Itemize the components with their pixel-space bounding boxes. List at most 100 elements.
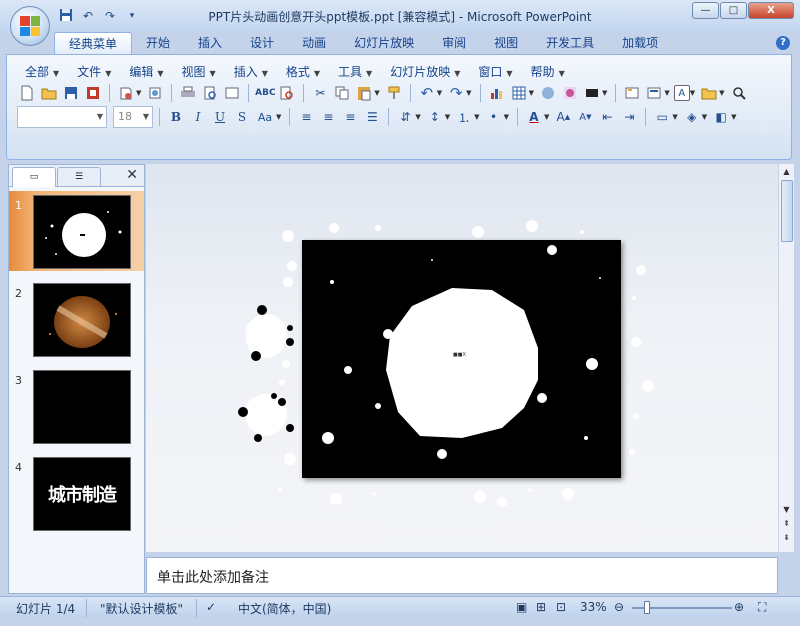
zoom-out-icon[interactable]: ⊖ <box>614 600 624 614</box>
menu-item-4[interactable]: 插入 ▼ <box>226 63 278 80</box>
menu-item-9[interactable]: 帮助 ▼ <box>523 63 575 80</box>
tab-5[interactable]: 幻灯片放映 <box>340 32 428 54</box>
change-case-button[interactable]: Aa <box>254 107 276 127</box>
quick-styles-icon[interactable]: ◧ <box>711 107 731 127</box>
textbox-icon[interactable]: A <box>673 85 690 101</box>
insert-table-icon[interactable] <box>509 83 529 103</box>
slide-thumbnail-2[interactable]: 2 <box>9 279 144 359</box>
numbering-icon[interactable]: ⒈ <box>454 107 474 127</box>
dropdown-arrow-icon[interactable]: ▼ <box>529 89 534 97</box>
font-color-icon[interactable]: A <box>524 107 544 127</box>
new-file-icon[interactable] <box>17 83 37 103</box>
menu-item-2[interactable]: 编辑 ▼ <box>121 63 173 80</box>
minimize-button[interactable]: — <box>692 2 719 19</box>
dropdown-arrow-icon[interactable]: ▼ <box>276 113 281 121</box>
print-icon[interactable] <box>178 83 198 103</box>
help-icon[interactable]: ? <box>776 36 790 50</box>
grow-font-icon[interactable]: A ▲ <box>553 107 573 127</box>
tab-3[interactable]: 设计 <box>236 32 288 54</box>
zoom-in-icon[interactable]: ⊕ <box>734 600 744 614</box>
close-icon[interactable]: ✕ <box>126 167 138 183</box>
zoom-level[interactable]: 33% <box>580 600 607 614</box>
slide-thumbnail-3[interactable]: 3 <box>9 366 144 446</box>
dropdown-arrow-icon[interactable]: ▼ <box>415 113 420 121</box>
font-name-field[interactable]: ▼ <box>17 106 107 128</box>
slideshow-icon[interactable]: ⊡ <box>556 600 566 614</box>
dropdown-arrow-icon[interactable]: ▼ <box>374 89 379 97</box>
text-direction-icon[interactable]: ⇵ <box>395 107 415 127</box>
slide-sorter-icon[interactable]: ⊞ <box>536 600 546 614</box>
undo-icon[interactable]: ↶ <box>417 83 437 103</box>
shapes-icon[interactable]: ▭ <box>652 107 672 127</box>
align-right-icon[interactable]: ≡ <box>340 107 360 127</box>
tab-0[interactable]: 经典菜单 <box>54 32 133 54</box>
tab-6[interactable]: 审阅 <box>428 32 480 54</box>
dropdown-arrow-icon[interactable]: ▼ <box>437 89 442 97</box>
dropdown-arrow-icon[interactable]: ▼ <box>702 113 707 121</box>
theme-name[interactable]: "默认设计模板" <box>100 600 183 617</box>
scroll-up-icon[interactable]: ▲ <box>779 164 794 180</box>
notes-pane[interactable]: 单击此处添加备注 <box>146 557 778 594</box>
spell-check-icon[interactable]: ✓ <box>206 600 216 614</box>
print-preview-icon[interactable] <box>200 83 220 103</box>
vertical-scrollbar[interactable]: ▲ ▼ ⇞ ⇟ <box>778 164 794 552</box>
language[interactable]: 中文(简体，中国) <box>238 600 331 617</box>
line-spacing-icon[interactable]: ↕ <box>425 107 445 127</box>
insert-picture-icon[interactable] <box>560 83 580 103</box>
italic-button[interactable]: I <box>188 107 208 127</box>
open-folder-icon[interactable] <box>39 83 59 103</box>
bullets-icon[interactable]: • <box>484 107 504 127</box>
slide-layout-icon[interactable] <box>644 83 664 103</box>
format-painter-icon[interactable] <box>384 83 404 103</box>
justify-icon[interactable]: ☰ <box>362 107 382 127</box>
save-icon[interactable] <box>61 83 81 103</box>
menu-item-0[interactable]: 全部 ▼ <box>17 63 69 80</box>
scrollbar-thumb[interactable] <box>781 180 793 242</box>
underline-button[interactable]: U <box>210 107 230 127</box>
normal-view-icon[interactable]: ▣ <box>516 600 527 614</box>
tab-2[interactable]: 插入 <box>184 32 236 54</box>
menu-item-5[interactable]: 格式 ▼ <box>278 63 330 80</box>
tab-7[interactable]: 视图 <box>480 32 532 54</box>
spelling-icon[interactable]: ABC <box>255 83 275 103</box>
current-slide[interactable]: ■■X <box>302 240 621 478</box>
tab-slides[interactable]: ▭ <box>12 167 56 187</box>
clipart-icon[interactable] <box>538 83 558 103</box>
copy-icon[interactable] <box>332 83 352 103</box>
dropdown-arrow-icon[interactable]: ▼ <box>731 113 736 121</box>
close-button[interactable]: X <box>748 2 794 19</box>
slide-thumbnail-4[interactable]: 4 城市制造 <box>9 453 144 533</box>
slide-thumbnail-1[interactable]: 1 <box>9 191 144 271</box>
zoom-slider-thumb[interactable] <box>644 601 650 614</box>
dropdown-arrow-icon[interactable]: ▼ <box>664 89 669 97</box>
slide-view-icon[interactable] <box>222 83 242 103</box>
dropdown-arrow-icon[interactable]: ▼ <box>544 113 549 121</box>
search-icon[interactable] <box>729 83 749 103</box>
email-icon[interactable] <box>116 83 136 103</box>
cut-icon[interactable]: ✂ <box>310 83 330 103</box>
permission-icon[interactable] <box>83 83 103 103</box>
insert-chart-icon[interactable] <box>487 83 507 103</box>
office-button[interactable] <box>10 6 50 46</box>
dropdown-arrow-icon[interactable]: ▼ <box>445 113 450 121</box>
redo-icon[interactable]: ↷ <box>446 83 466 103</box>
menu-item-1[interactable]: 文件 ▼ <box>69 63 121 80</box>
dropdown-arrow-icon[interactable]: ▼ <box>504 113 509 121</box>
menu-item-3[interactable]: 视图 ▼ <box>174 63 226 80</box>
tab-4[interactable]: 动画 <box>288 32 340 54</box>
new-slide-icon[interactable] <box>622 83 642 103</box>
folder-icon[interactable] <box>699 83 719 103</box>
align-left-icon[interactable]: ≡ <box>296 107 316 127</box>
tab-9[interactable]: 加载项 <box>608 32 672 54</box>
menu-item-7[interactable]: 幻灯片放映 ▼ <box>382 63 470 80</box>
font-size-field[interactable]: 18 ▼ <box>113 106 153 128</box>
decrease-indent-icon[interactable]: ⇤ <box>597 107 617 127</box>
arrange-icon[interactable]: ◈ <box>682 107 702 127</box>
dropdown-arrow-icon[interactable]: ▼ <box>97 107 103 127</box>
fit-to-window-icon[interactable]: ⛶ <box>758 600 766 615</box>
tab-outline[interactable]: ☰ <box>57 167 101 187</box>
tab-1[interactable]: 开始 <box>132 32 184 54</box>
maximize-button[interactable]: □ <box>720 2 747 19</box>
research-icon[interactable] <box>277 83 297 103</box>
bold-button[interactable]: B <box>166 107 186 127</box>
